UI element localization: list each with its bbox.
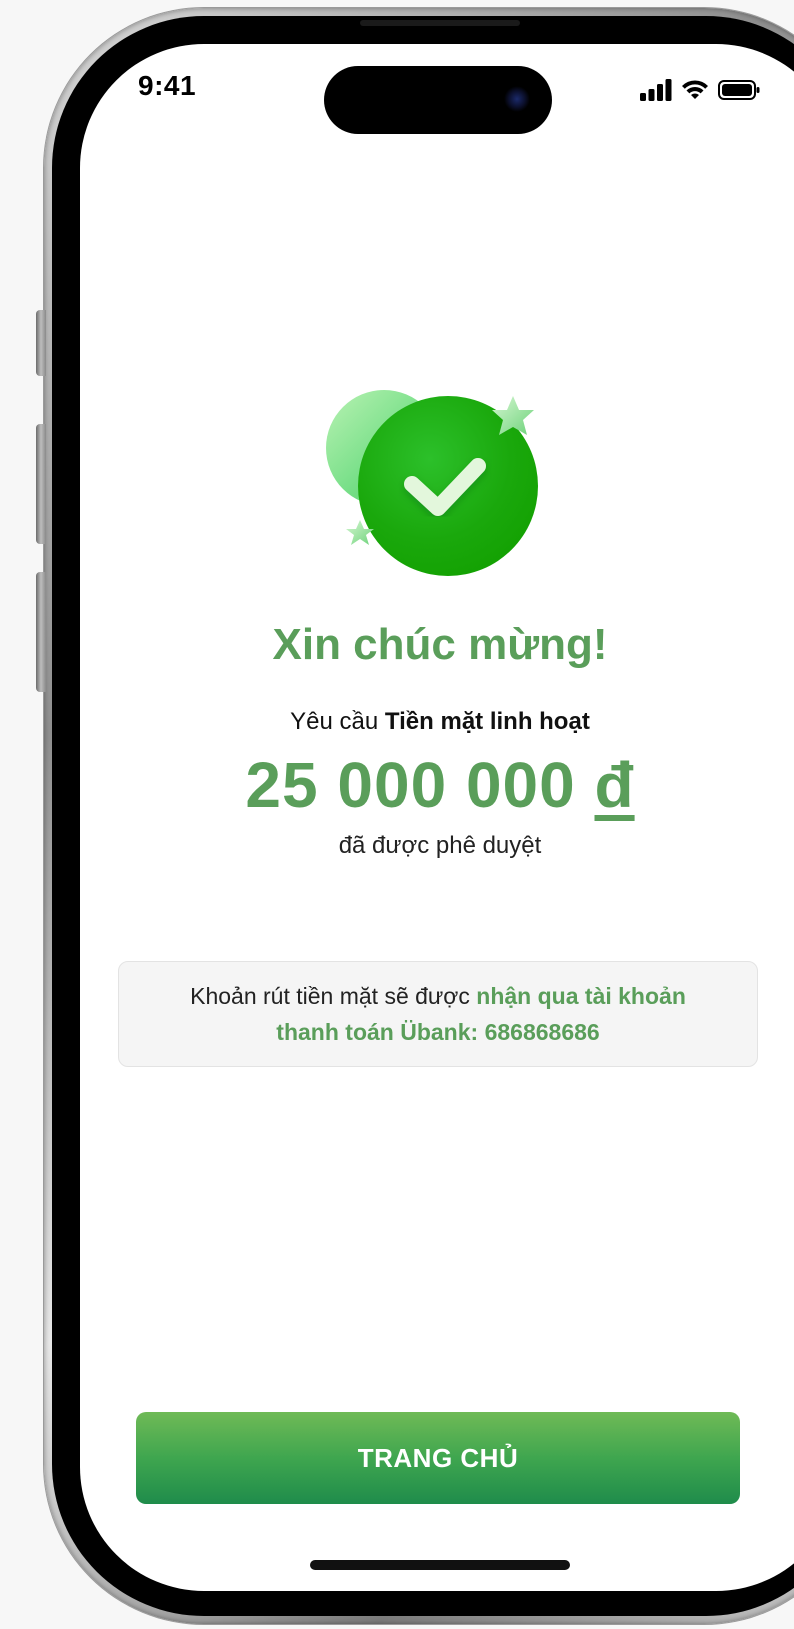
- battery-icon: [718, 80, 760, 100]
- volume-up-button: [36, 424, 46, 544]
- request-prefix: Yêu cầu: [290, 708, 385, 735]
- phone-mockup: 9:41 Xin chúc mừng! Yêu cầu Tiền mặt lin…: [0, 0, 794, 1629]
- success-check-icon: [326, 390, 538, 576]
- success-illustration: [320, 378, 560, 578]
- home-button[interactable]: TRANG CHỦ: [136, 1412, 740, 1504]
- info-prefix: Khoản rút tiền mặt sẽ được: [190, 983, 477, 1009]
- product-name: Tiền mặt linh hoạt: [384, 708, 590, 735]
- home-button-label: TRANG CHỦ: [357, 1442, 519, 1473]
- disbursement-info-text: Khoản rút tiền mặt sẽ được nhận qua tài …: [159, 978, 717, 1050]
- request-description: Yêu cầu Tiền mặt linh hoạt: [0, 708, 794, 736]
- status-icons: [640, 78, 760, 102]
- mute-switch: [36, 310, 46, 376]
- wifi-icon: [682, 80, 708, 99]
- approval-status: đã được phê duyệt: [338, 832, 542, 859]
- success-title: Xin chúc mừng!: [272, 620, 608, 669]
- front-camera: [504, 86, 530, 112]
- currency-symbol: đ: [594, 749, 635, 821]
- speaker-grille: [360, 20, 520, 26]
- cellular-signal-icon: [640, 79, 672, 101]
- status-time: 9:41: [138, 70, 197, 101]
- disbursement-info-box: Khoản rút tiền mặt sẽ được nhận qua tài …: [118, 961, 758, 1067]
- home-indicator[interactable]: [310, 1560, 570, 1570]
- amount-value: 25 000 000: [245, 749, 576, 821]
- approved-amount: 25 000 000 đ: [0, 748, 794, 822]
